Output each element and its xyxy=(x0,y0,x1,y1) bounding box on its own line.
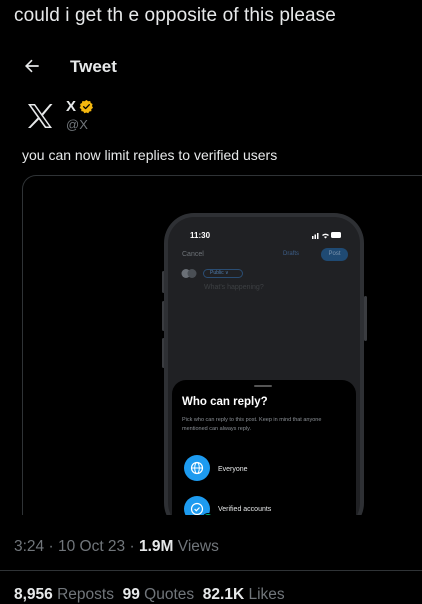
selected-check-icon xyxy=(203,513,213,515)
engagement-stats: 8,956 Reposts 99 Quotes 82.1K Likes xyxy=(14,586,285,604)
x-logo-icon[interactable] xyxy=(22,98,58,134)
reposts-label: Reposts xyxy=(57,586,114,603)
compose-placeholder: What's happening? xyxy=(204,284,264,291)
tweet-time[interactable]: 3:24 xyxy=(14,538,44,555)
meta-separator: · xyxy=(129,538,135,555)
likes-count: 82.1K xyxy=(202,586,245,603)
author-name[interactable]: X xyxy=(66,98,76,115)
reposts-count: 8,956 xyxy=(14,586,53,603)
option-verified-label: Verified accounts xyxy=(218,506,272,513)
header-title: Tweet xyxy=(70,57,117,76)
caption-text: could i get th e opposite of this please xyxy=(14,5,336,26)
phone-screen: 11:30 Cancel Drafts Post Public ∨ What's… xyxy=(168,217,360,515)
phone-mockup: 11:30 Cancel Drafts Post Public ∨ What's… xyxy=(164,213,364,515)
compose-cancel: Cancel xyxy=(182,251,204,258)
status-time: 11:30 xyxy=(190,231,211,240)
who-can-reply-sheet: Who can reply? Pick who can reply to thi… xyxy=(172,380,356,515)
gold-verified-badge-icon xyxy=(79,99,93,114)
sheet-title: Who can reply? xyxy=(182,396,268,408)
quotes-label: Quotes xyxy=(144,586,195,603)
tweet-header: Tweet xyxy=(0,52,422,82)
reposts-link[interactable]: 8,956 Reposts xyxy=(14,586,114,603)
compose-post-button: Post xyxy=(321,248,348,261)
meta-separator: · xyxy=(48,538,54,555)
likes-label: Likes xyxy=(248,586,285,603)
tweet-date[interactable]: 10 Oct 23 xyxy=(58,538,125,555)
phone-side-button xyxy=(364,296,367,341)
author-handle[interactable]: @X xyxy=(66,117,88,132)
tweet-meta: 3:24 · 10 Oct 23 · 1.9M Views xyxy=(14,538,219,556)
tweet-text: you can now limit replies to verified us… xyxy=(22,147,278,163)
globe-icon xyxy=(184,455,210,481)
avatar-icon xyxy=(181,269,197,278)
sheet-grabber xyxy=(254,385,272,387)
views-count: 1.9M xyxy=(138,538,174,555)
option-everyone-label: Everyone xyxy=(218,466,248,473)
divider xyxy=(0,570,422,571)
arrow-left-icon[interactable] xyxy=(22,56,42,76)
compose-drafts: Drafts xyxy=(283,251,300,257)
audience-pill: Public ∨ xyxy=(203,269,243,278)
quotes-link[interactable]: 99 Quotes xyxy=(123,586,195,603)
tweet-media-image[interactable]: 11:30 Cancel Drafts Post Public ∨ What's… xyxy=(22,175,422,515)
likes-link[interactable]: 82.1K Likes xyxy=(203,586,285,603)
views-label: Views xyxy=(177,538,219,555)
quotes-count: 99 xyxy=(122,586,140,603)
status-bar-icons xyxy=(312,232,341,239)
sheet-description: Pick who can reply to this post. Keep in… xyxy=(182,417,322,432)
